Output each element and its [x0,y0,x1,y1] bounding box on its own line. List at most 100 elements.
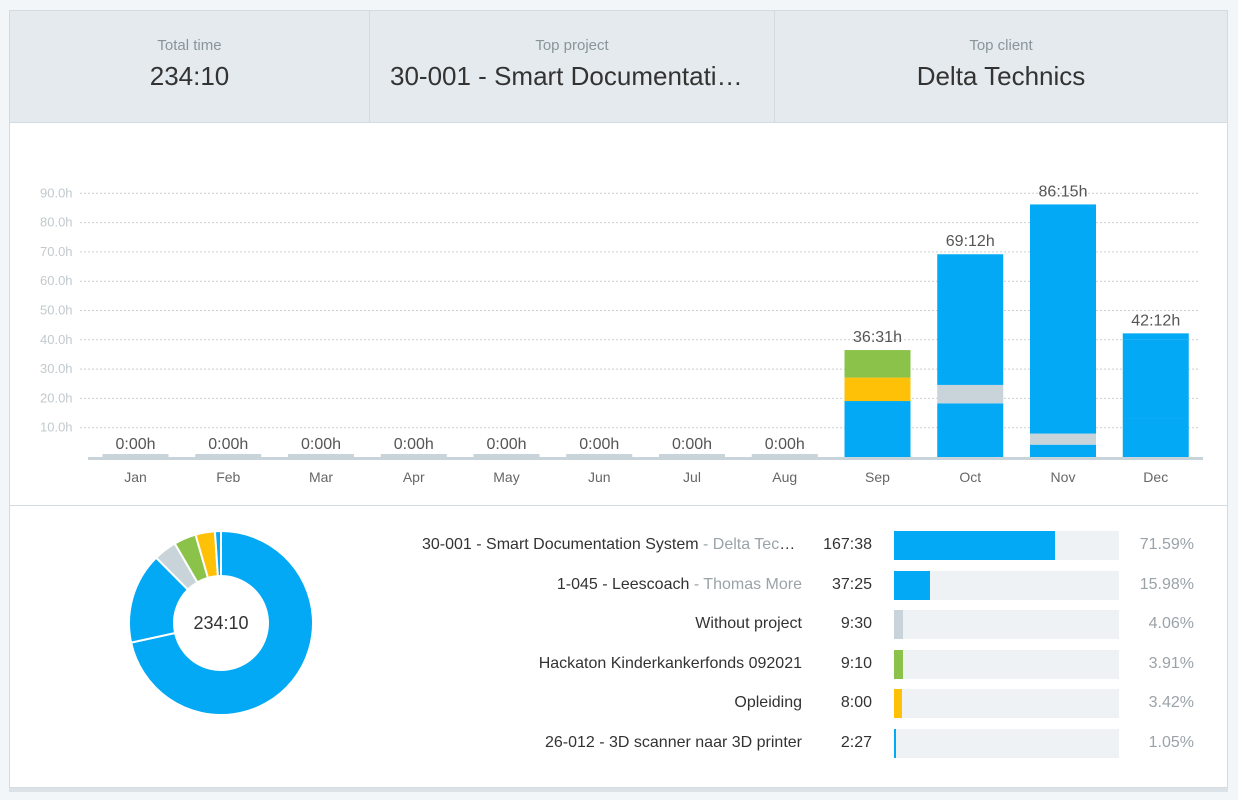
project-name[interactable]: 30-001 - Smart Documentation System - De… [422,536,802,554]
project-row[interactable]: 1-045 - Leescoach - Thomas More 37:25 15.9… [10,570,1227,600]
bar-empty-aug[interactable] [751,454,818,457]
bar-total-label: 0:00h [115,436,155,453]
project-duration: 2:27 [840,733,872,751]
project-percent: 3.42% [1148,694,1194,711]
project-name[interactable]: 26-012 - 3D scanner naar 3D printer [545,734,802,752]
bar-segment-dec[interactable] [1122,333,1189,340]
bar-total-label: 86:15h [1039,183,1088,200]
project-row[interactable]: Hackaton Kinderkankerfonds 092021 9:10 3.9… [10,649,1227,679]
summary-bar: Total time 234:10 Top project 30-001 - S… [10,11,1227,123]
bar-segment-nov[interactable] [1030,433,1096,445]
bar-segment-nov[interactable] [1030,204,1096,434]
bar-total-label: 0:00h [486,436,526,453]
bar-total-label: 0:00h [394,436,434,453]
project-duration: 37:25 [831,575,872,593]
x-tick-label: Mar [309,469,333,485]
project-share-fill [894,649,903,679]
bar-segment-dec[interactable] [1122,339,1189,419]
bar-segment-oct[interactable] [937,254,1004,385]
x-tick-label: Feb [216,469,240,485]
bar-segment-sep[interactable] [844,377,911,402]
bar-segment-oct[interactable] [937,403,1004,457]
bar-empty-may[interactable] [473,454,540,457]
bar-empty-jul[interactable] [659,454,725,457]
bar-empty-jan[interactable] [102,454,169,457]
project-percent: 71.59% [1139,536,1194,553]
bar-total-label: 0:00h [301,436,341,453]
x-tick-label: Apr [403,469,425,485]
y-tick-label: 60.0h [40,273,73,288]
x-tick-label: Sep [865,469,890,485]
x-tick-label: May [493,469,519,485]
project-title: 30-001 - Smart Documentation System [422,536,699,553]
x-tick-label: Dec [1143,469,1168,485]
project-share-fill [894,689,902,718]
bar-segment-oct[interactable] [937,384,1004,404]
project-share-bar [894,531,1119,560]
project-share-fill [894,531,1056,560]
project-row[interactable]: 30-001 - Smart Documentation System - De… [10,530,1227,560]
top-project-value[interactable]: 30-001 - Smart Documentation System [390,61,754,92]
bar-segment-sep[interactable] [844,350,911,378]
bar-total-label: 42:12h [1131,312,1180,329]
y-tick-label: 80.0h [40,215,73,230]
y-tick-label: 70.0h [40,244,73,259]
top-client-label: Top client [969,37,1033,54]
top-client-value[interactable]: Delta Technics [795,61,1207,92]
bar-total-label: 36:31h [853,329,902,346]
project-name[interactable]: 1-045 - Leescoach - Thomas More [557,576,802,594]
project-percent: 3.91% [1148,654,1194,672]
dashboard-panel: Total time 234:10 Top project 30-001 - S… [9,10,1228,788]
bar-total-label: 0:00h [672,436,712,453]
x-tick-label: Jan [124,469,147,485]
project-row[interactable]: 26-012 - 3D scanner naar 3D printer 2:27 1… [10,728,1227,758]
project-client: - Delta Technics [703,536,802,553]
x-tick-label: Jun [588,469,611,485]
x-tick-label: Nov [1051,469,1076,485]
project-title: 26-012 - 3D scanner naar 3D printer [544,733,802,751]
project-name[interactable]: Hackaton Kinderkankerfonds 092021 [539,655,802,673]
project-row[interactable]: Opleiding 8:00 3.42% [10,688,1227,718]
project-row[interactable]: Without project 9:30 4.06% [10,609,1227,639]
bar-empty-feb[interactable] [195,454,262,457]
y-tick-label: 40.0h [40,332,73,347]
project-title: Opleiding [734,694,802,711]
bar-chart-svg: 10.0h 20.0h 30.0h 40.0h 50.0h 60.0h 70.0h 80.0h… [40,183,1203,485]
project-breakdown: 234:10 30-001 - Smart Documentation Syst… [10,505,1227,787]
project-share-bar [894,728,1119,758]
project-duration: 167:38 [823,536,872,553]
y-tick-label: 20.0h [40,390,73,405]
project-share-bar [894,610,1119,639]
x-tick-label: Jul [683,469,701,485]
project-title: Hackaton Kinderkankerfonds 092021 [538,654,802,672]
project-share-bar [894,649,1119,679]
bar-empty-jun[interactable] [566,454,633,457]
bottom-border [9,788,1228,792]
bar-segment-nov[interactable] [1030,444,1096,457]
bar-empty-mar[interactable] [288,454,354,457]
project-share-bar [894,570,1119,600]
project-name[interactable]: Without project [695,615,802,633]
y-tick-label: 10.0h [40,420,73,435]
project-duration: 8:00 [840,694,872,711]
bar-segment-dec[interactable] [1122,418,1189,457]
y-tick-label: 90.0h [40,185,73,200]
bar-total-label: 0:00h [579,436,619,453]
x-tick-label: Oct [959,469,981,485]
total-time-value: 234:10 [149,61,230,91]
project-share-fill [894,728,897,758]
bar-total-label: 0:00h [765,436,805,453]
total-time-label: Total time [157,37,222,54]
bar-segment-sep[interactable] [844,401,911,457]
project-share-fill [894,610,904,639]
project-duration: 9:30 [840,615,872,632]
project-title: 1-045 - Leescoach [556,575,690,593]
project-duration: 9:10 [840,654,872,672]
top-project-card[interactable]: Top project 30-001 - Smart Documentation… [370,11,775,122]
top-client-card[interactable]: Top client Delta Technics [775,11,1227,122]
project-percent: 4.06% [1148,615,1194,632]
project-share-fill [894,570,930,600]
bar-empty-apr[interactable] [380,454,447,457]
project-name[interactable]: Opleiding [734,694,802,712]
top-project-label: Top project [535,37,609,54]
